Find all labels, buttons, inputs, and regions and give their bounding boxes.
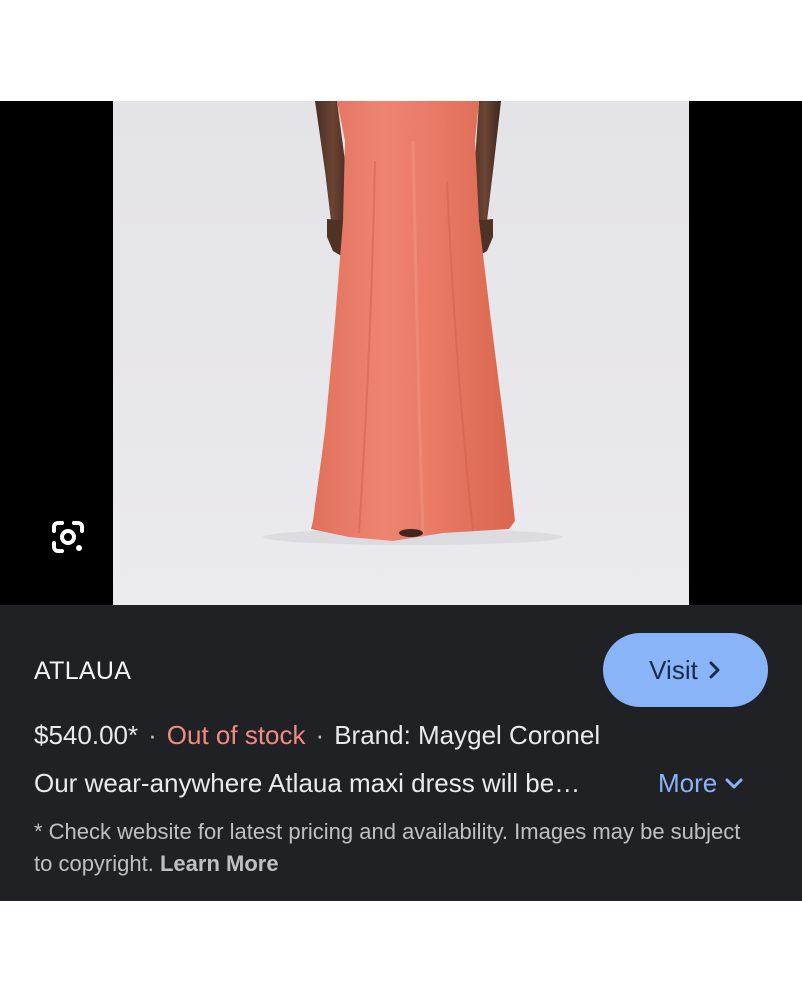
more-button[interactable]: More <box>658 768 743 799</box>
chevron-down-icon <box>725 778 743 790</box>
stock-status: Out of stock <box>166 720 306 750</box>
google-lens-button[interactable] <box>44 513 92 561</box>
google-lens-icon <box>52 521 84 553</box>
brand: Brand: Maygel Coronel <box>334 720 601 750</box>
chevron-right-icon <box>708 661 722 679</box>
dress-image <box>263 101 563 545</box>
product-photo[interactable] <box>113 101 689 605</box>
disclaimer: * Check website for latest pricing and a… <box>34 816 764 880</box>
product-info-panel: ATLAUA Visit $540.00* · Out of stock · Brand… <box>0 605 802 901</box>
store-name: ATLAUA <box>34 657 132 685</box>
visit-button[interactable]: Visit <box>603 633 768 707</box>
price: $540.00* <box>34 720 139 750</box>
price-stock-brand-line: $540.00* · Out of stock · Brand: Maygel Coro… <box>34 720 600 751</box>
visit-button-label: Visit <box>649 654 698 685</box>
product-viewer: ATLAUA Visit $540.00* · Out of stock · Brand… <box>0 101 802 901</box>
disclaimer-text: * Check website for latest pricing and a… <box>34 819 741 876</box>
more-label: More <box>658 768 718 798</box>
product-image-area <box>0 101 802 605</box>
learn-more-link[interactable]: Learn More <box>160 851 279 876</box>
separator: · <box>148 720 157 750</box>
separator: · <box>315 720 325 750</box>
